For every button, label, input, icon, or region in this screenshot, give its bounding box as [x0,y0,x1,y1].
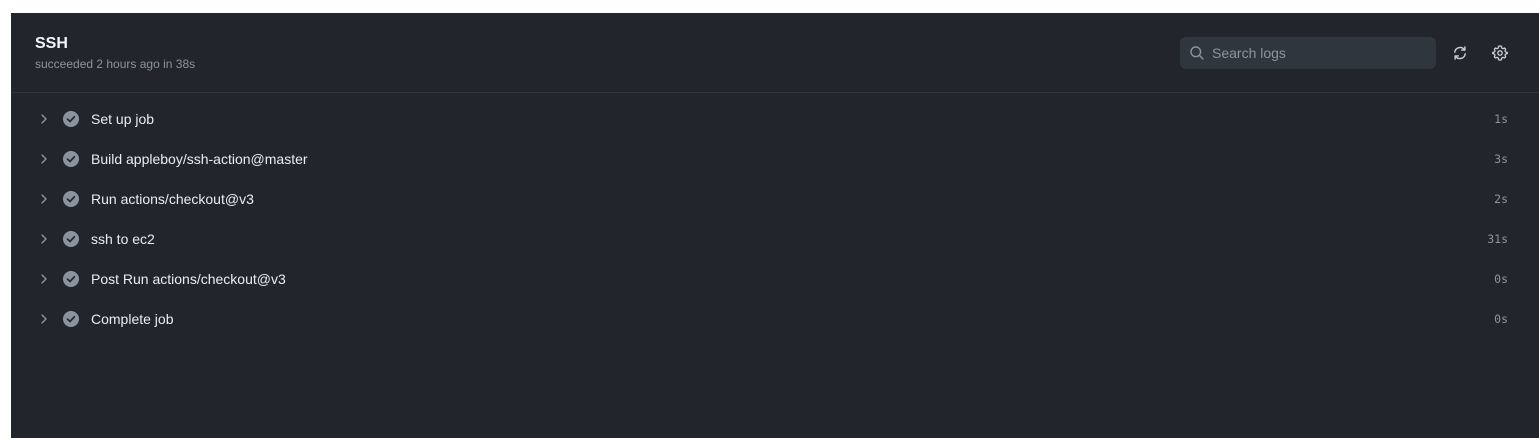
check-circle-icon [63,271,79,287]
chevron-right-icon[interactable] [38,272,50,286]
job-header: SSH succeeded 2 hours ago in 38s [11,13,1539,93]
refresh-icon [1454,46,1466,60]
chevron-right-icon[interactable] [38,112,50,126]
step-duration: 3s [1494,152,1508,166]
chevron-right-icon[interactable] [38,152,50,166]
job-status: succeeded 2 hours ago in 38s [35,57,196,71]
step-duration: 31s [1487,232,1508,246]
step-duration: 1s [1494,112,1508,126]
step-row[interactable]: Post Run actions/checkout@v3 0s [11,259,1539,299]
check-circle-icon [63,311,79,327]
job-log-panel: SSH succeeded 2 hours ago in 38s Search … [11,13,1539,438]
check-circle-icon [63,191,79,207]
step-name: Run actions/checkout@v3 [91,191,254,207]
step-name: Complete job [91,311,174,327]
chevron-right-icon[interactable] [38,312,50,326]
search-box[interactable] [1180,37,1436,69]
gear-icon [1492,45,1508,61]
step-name: Build appleboy/ssh-action@master [91,151,308,167]
check-circle-icon [63,151,79,167]
step-name: Set up job [91,111,155,127]
step-row[interactable]: Build appleboy/ssh-action@master 3s [11,139,1539,179]
settings-button[interactable] [1491,44,1509,62]
search-input[interactable] [1212,38,1427,68]
check-circle-icon [63,231,79,247]
job-title: SSH [35,35,68,52]
step-row[interactable]: Set up job 1s [11,99,1539,139]
chevron-right-icon[interactable] [38,232,50,246]
step-row[interactable]: ssh to ec2 31s [11,219,1539,259]
step-duration: 0s [1494,272,1508,286]
step-name: Post Run actions/checkout@v3 [91,271,286,287]
chevron-right-icon[interactable] [38,192,50,206]
step-duration: 2s [1494,192,1508,206]
step-name: ssh to ec2 [91,231,155,247]
step-row[interactable]: Complete job 0s [11,299,1539,339]
refresh-button[interactable] [1451,44,1469,62]
steps-list: Set up job 1s Build appleboy/ssh-action@… [11,99,1539,339]
step-duration: 0s [1494,312,1508,326]
search-icon [1190,46,1204,60]
check-circle-icon [63,111,79,127]
step-row[interactable]: Run actions/checkout@v3 2s [11,179,1539,219]
